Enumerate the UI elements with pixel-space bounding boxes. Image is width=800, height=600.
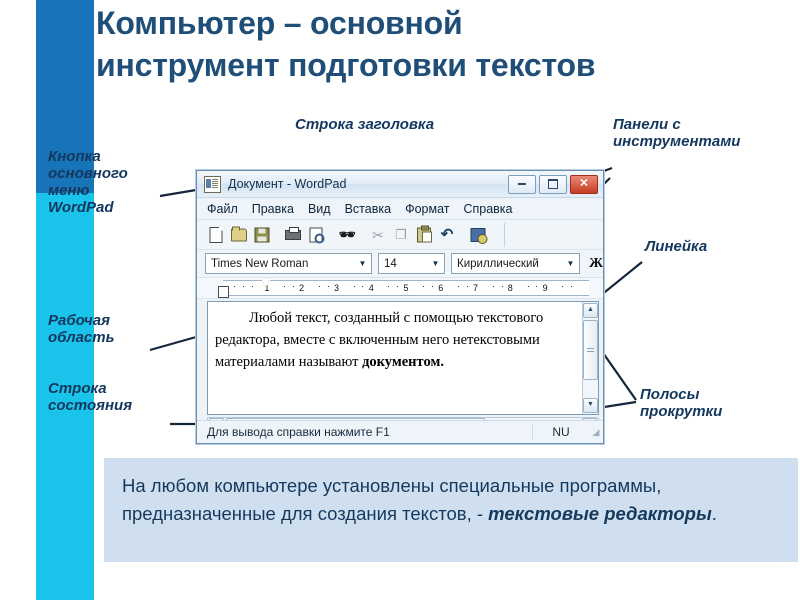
document-text-bold: документом. xyxy=(362,354,444,370)
ruler-mark-9: 9 xyxy=(542,283,548,293)
first-line-indent-marker[interactable] xyxy=(261,279,271,287)
bold-button[interactable]: Ж xyxy=(586,256,603,272)
undo-button[interactable]: ↶ xyxy=(436,224,458,245)
ruler-mark-2: 2 xyxy=(299,283,305,293)
new-document-icon xyxy=(209,226,223,243)
menu-item-file[interactable]: Файл xyxy=(207,202,238,216)
resize-grip-icon[interactable]: ◢ xyxy=(589,427,603,438)
format-toolbar: Times New Roman ▼ 14 ▼ Кириллический ▼ Ж… xyxy=(197,250,603,278)
ruler-mark-3: 3 xyxy=(333,283,339,293)
left-indent-marker[interactable] xyxy=(218,286,229,298)
open-button[interactable] xyxy=(228,224,250,245)
scroll-down-button[interactable]: ▼ xyxy=(583,398,598,413)
save-icon xyxy=(254,227,270,242)
chevron-down-icon: ▼ xyxy=(566,259,575,268)
bottom-note: На любом компьютере установлены специаль… xyxy=(104,458,798,562)
ruler-mark-6: 6 xyxy=(438,283,444,293)
vertical-scrollbar[interactable]: ▲ ▼ xyxy=(582,302,598,414)
status-hint: Для вывода справки нажмите F1 xyxy=(207,425,390,439)
copy-button[interactable]: ❐ xyxy=(390,224,412,245)
save-button[interactable] xyxy=(251,224,273,245)
font-size-value: 14 xyxy=(384,257,397,270)
ruler-strip: 1 2 3 4 5 6 7 8 9 xyxy=(223,280,589,296)
chevron-down-icon: ▼ xyxy=(358,259,367,268)
script-select[interactable]: Кириллический ▼ xyxy=(451,253,580,274)
script-value: Кириллический xyxy=(457,257,539,270)
callout-status-bar: Строка состояния xyxy=(48,380,133,414)
callout-main-menu-button: Кнопка основного меню WordPad xyxy=(48,148,128,216)
undo-icon: ↶ xyxy=(440,225,454,243)
scroll-up-button[interactable]: ▲ xyxy=(583,303,598,318)
bottom-note-emphasis: текстовые редакторы xyxy=(488,503,712,524)
close-button[interactable]: ✕ xyxy=(570,174,598,194)
cut-scissors-icon: ✂ xyxy=(372,226,384,243)
callout-scrollbars: Полосы прокрутки xyxy=(640,386,723,420)
status-indicator: NU xyxy=(532,425,589,439)
open-folder-icon xyxy=(231,226,247,241)
ruler[interactable]: 1 2 3 4 5 6 7 8 9 xyxy=(197,278,603,299)
document-text[interactable]: Любой текст, созданный с помощью текстов… xyxy=(208,302,582,414)
ruler-mark-4: 4 xyxy=(368,283,374,293)
print-preview-button[interactable] xyxy=(305,224,327,245)
paste-icon xyxy=(417,225,432,242)
new-document-button[interactable] xyxy=(205,224,227,245)
maximize-icon xyxy=(548,179,558,189)
insert-date-time-button[interactable] xyxy=(467,224,489,245)
copy-icon: ❐ xyxy=(395,226,407,242)
window-title: Документ - WordPad xyxy=(228,177,347,191)
document-area-wrapper: Любой текст, созданный с помощью текстов… xyxy=(197,299,603,415)
status-bar: Для вывода справки нажмите F1 NU ◢ xyxy=(197,420,603,443)
menu-item-format[interactable]: Формат xyxy=(405,202,449,216)
vertical-scroll-thumb[interactable] xyxy=(583,320,598,380)
maximize-button[interactable] xyxy=(539,174,567,194)
callout-toolbars: Панели с инструментами xyxy=(613,116,741,150)
callout-work-area: Рабочая область xyxy=(48,312,115,346)
paste-button[interactable] xyxy=(413,224,435,245)
font-family-select[interactable]: Times New Roman ▼ xyxy=(205,253,372,274)
date-time-icon xyxy=(470,227,488,244)
window-controls: ✕ xyxy=(508,174,598,194)
menu-bar: Файл Правка Вид Вставка Формат Справка xyxy=(197,198,603,220)
menu-item-insert[interactable]: Вставка xyxy=(345,202,391,216)
ruler-mark-7: 7 xyxy=(473,283,479,293)
font-size-select[interactable]: 14 ▼ xyxy=(378,253,445,274)
print-preview-icon xyxy=(309,227,325,243)
find-binoculars-icon: 🕶 xyxy=(338,226,356,242)
font-family-value: Times New Roman xyxy=(211,257,309,270)
print-button[interactable] xyxy=(282,224,304,245)
print-icon xyxy=(285,226,301,240)
menu-item-view[interactable]: Вид xyxy=(308,202,331,216)
minimize-button[interactable] xyxy=(508,174,536,194)
document-icon xyxy=(204,175,221,193)
minimize-icon xyxy=(518,183,526,185)
ruler-mark-8: 8 xyxy=(507,283,513,293)
menu-item-edit[interactable]: Правка xyxy=(252,202,294,216)
window-title-bar[interactable]: Документ - WordPad ✕ xyxy=(197,171,603,198)
menu-item-help[interactable]: Справка xyxy=(463,202,512,216)
wordpad-window: Документ - WordPad ✕ Файл Правка Вид Вст… xyxy=(196,170,604,444)
callout-ruler: Линейка xyxy=(645,238,708,255)
chevron-down-icon: ▼ xyxy=(431,259,440,268)
close-icon: ✕ xyxy=(579,177,589,190)
document-work-area[interactable]: Любой текст, созданный с помощью текстов… xyxy=(207,301,599,415)
callout-title-bar: Строка заголовка xyxy=(295,116,435,133)
bottom-note-tail: . xyxy=(711,503,717,524)
ruler-mark-5: 5 xyxy=(403,283,409,293)
standard-toolbar: 🕶 ✂ ❐ ↶ xyxy=(197,220,603,250)
find-button[interactable]: 🕶 xyxy=(336,224,358,245)
cut-button[interactable]: ✂ xyxy=(367,224,389,245)
toolbar-divider xyxy=(504,222,505,247)
